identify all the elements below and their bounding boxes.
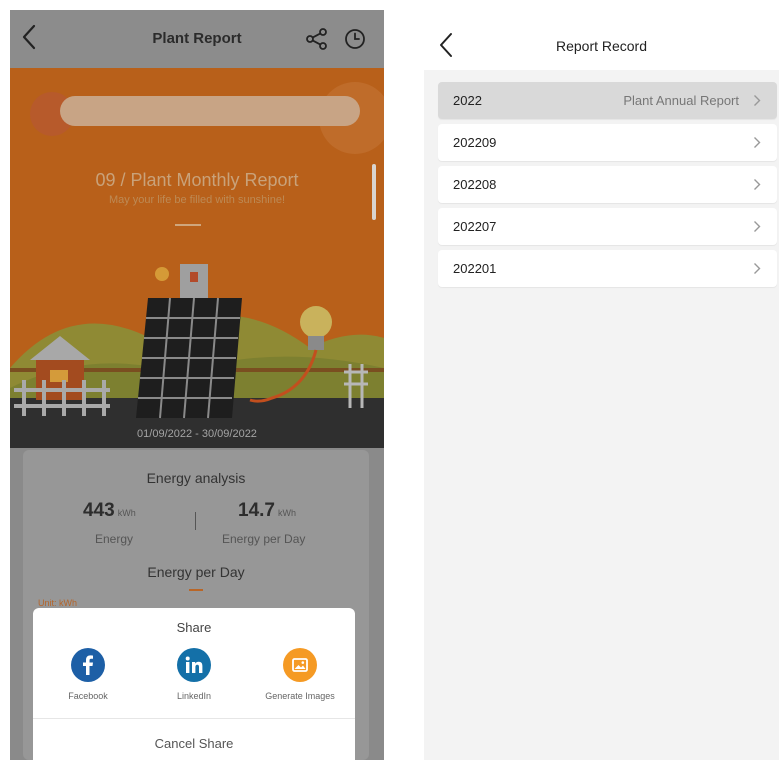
date-range: 01/09/2022 - 30/09/2022 [137, 428, 257, 440]
record-row-2022[interactable]: 2022 Plant Annual Report [438, 82, 777, 119]
report-title: 09 / Plant Monthly Report [95, 170, 299, 190]
chevron-right-icon [753, 262, 761, 280]
image-icon [283, 648, 317, 682]
share-facebook-button[interactable]: Facebook [33, 648, 143, 701]
sheet-divider [33, 718, 355, 719]
energy-value: 443 kWh [83, 500, 136, 521]
plant-report-screen: Plant Report 09 / Plant Monthly Report M… [10, 10, 384, 760]
record-row-202209[interactable]: 202209 [438, 124, 777, 161]
unit-note: Unit: kWh [38, 598, 78, 608]
cancel-share-button[interactable]: Cancel Share [33, 736, 355, 751]
page-title: Report Record [555, 38, 648, 54]
chevron-right-icon [753, 178, 761, 196]
stat-divider [195, 512, 196, 530]
share-icon[interactable] [306, 28, 328, 55]
linkedin-icon [177, 648, 211, 682]
plant-name-placeholder [60, 96, 360, 126]
generate-images-label: Generate Images [265, 691, 335, 701]
record-label: 2022 [453, 93, 482, 108]
chevron-right-icon [753, 220, 761, 238]
facebook-icon [71, 648, 105, 682]
record-row-202201[interactable]: 202201 [438, 250, 777, 287]
facebook-label: Facebook [68, 691, 108, 701]
energy-analysis-title: Energy analysis [146, 470, 246, 486]
record-label: 202209 [453, 135, 497, 150]
record-label: 202208 [453, 177, 497, 192]
record-type: Plant Annual Report [623, 93, 739, 108]
chevron-right-icon [753, 94, 761, 112]
scrollbar[interactable] [372, 164, 376, 220]
section-dash [189, 589, 203, 591]
title-divider [175, 224, 201, 226]
energy-per-day-value: 14.7 kWh [238, 500, 296, 521]
report-subtitle: May your life be filled with sunshine! [108, 194, 286, 206]
report-banner: 09 / Plant Monthly Report May your life … [10, 68, 384, 448]
energy-per-day-label: Energy per Day [222, 532, 306, 546]
energy-label: Energy [95, 532, 134, 546]
energy-per-day-title: Energy per Day [147, 564, 245, 580]
linkedin-label: LinkedIn [176, 691, 212, 701]
generate-images-button[interactable]: Generate Images [245, 648, 355, 701]
top-bar: Report Record [424, 10, 779, 70]
report-record-list: 2022 Plant Annual Report 202209 202208 2… [438, 82, 777, 292]
record-row-202208[interactable]: 202208 [438, 166, 777, 203]
record-row-202207[interactable]: 202207 [438, 208, 777, 245]
report-record-screen: Report Record 2022 Plant Annual Report 2… [424, 10, 779, 760]
record-label: 202201 [453, 261, 497, 276]
share-title: Share [176, 620, 212, 635]
top-bar: Plant Report [10, 10, 384, 68]
record-label: 202207 [453, 219, 497, 234]
chevron-right-icon [753, 136, 761, 154]
share-linkedin-button[interactable]: LinkedIn [139, 648, 249, 701]
share-sheet: Share Facebook LinkedIn Generate Images … [33, 608, 355, 760]
history-clock-icon[interactable] [344, 28, 366, 55]
